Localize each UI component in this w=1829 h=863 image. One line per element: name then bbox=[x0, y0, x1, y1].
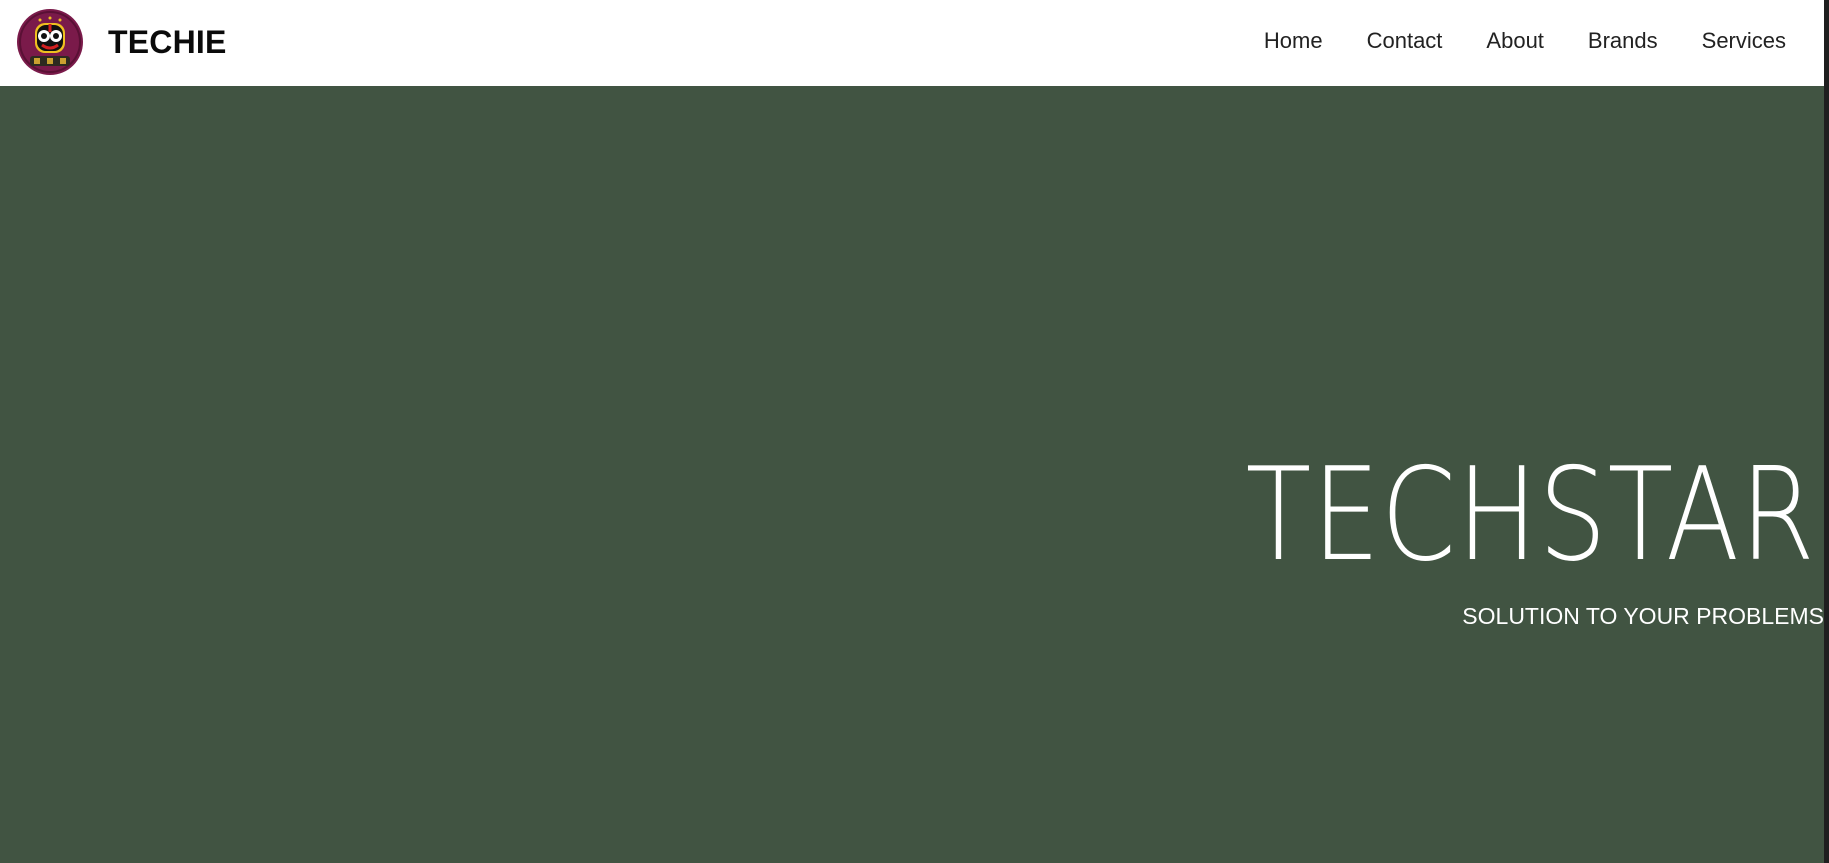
hero-subtitle: SOLUTION TO YOUR PROBLEMS bbox=[1462, 603, 1824, 629]
nav-home-link[interactable]: Home bbox=[1264, 24, 1323, 58]
brand-name[interactable]: TECHIE bbox=[108, 20, 227, 64]
hero-title: TECHSTAR bbox=[1245, 441, 1816, 590]
nav-services-link[interactable]: Services bbox=[1702, 24, 1786, 58]
nav-contact-link[interactable]: Contact bbox=[1367, 24, 1443, 58]
nav-brands-link[interactable]: Brands bbox=[1588, 24, 1658, 58]
window-edge bbox=[1824, 0, 1829, 863]
page: TECHIE Home Contact About Brands Service… bbox=[0, 0, 1824, 863]
nav-about-link[interactable]: About bbox=[1486, 24, 1544, 58]
site-header: TECHIE Home Contact About Brands Service… bbox=[0, 0, 1824, 86]
hero-section: TECHSTAR SOLUTION TO YOUR PROBLEMS bbox=[0, 86, 1824, 863]
logo-icon[interactable] bbox=[16, 8, 84, 76]
main-nav: Home Contact About Brands Services bbox=[1264, 24, 1786, 58]
